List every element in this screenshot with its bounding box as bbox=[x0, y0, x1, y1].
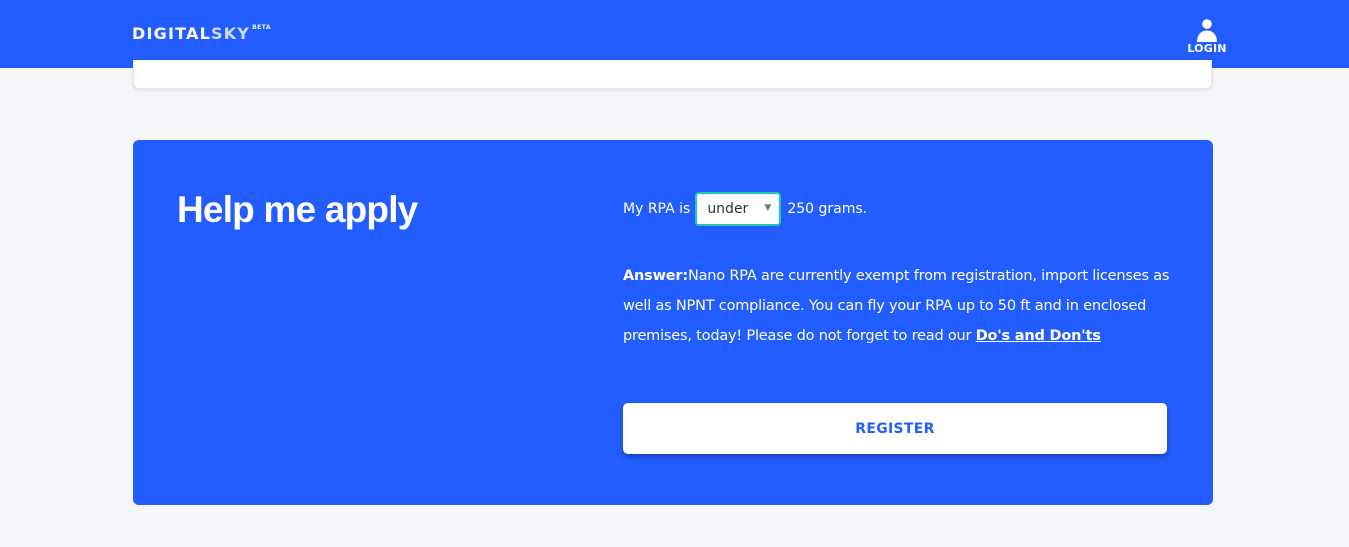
top-navbar: DIGITAL SKY BETA LOGIN bbox=[0, 0, 1349, 68]
login-label: LOGIN bbox=[1187, 42, 1227, 55]
answer-label: Answer: bbox=[623, 268, 688, 284]
rpa-suffix-text: 250 grams. bbox=[787, 201, 868, 217]
previous-card bbox=[133, 60, 1212, 89]
rpa-weight-row: My RPA is under ▼ 250 grams. bbox=[623, 191, 867, 227]
help-me-apply-panel: Help me apply My RPA is under ▼ 250 gram… bbox=[133, 140, 1213, 505]
logo-text-sky: SKY bbox=[210, 24, 251, 43]
login-button[interactable]: LOGIN bbox=[1180, 16, 1234, 58]
chevron-down-icon: ▼ bbox=[764, 203, 772, 213]
page-title: Help me apply bbox=[177, 189, 418, 230]
logo-text-digital: DIGITAL bbox=[132, 24, 211, 43]
rpa-weight-select-value: under bbox=[707, 201, 749, 217]
rpa-weight-select[interactable]: under ▼ bbox=[695, 192, 782, 226]
register-button[interactable]: REGISTER bbox=[623, 403, 1167, 454]
rpa-prefix-text: My RPA is bbox=[623, 201, 691, 217]
digitalsky-logo[interactable]: DIGITAL SKY BETA bbox=[132, 24, 271, 44]
user-icon bbox=[1197, 19, 1217, 42]
answer-paragraph: Answer:Nano RPA are currently exempt fro… bbox=[623, 261, 1178, 351]
beta-badge: BETA bbox=[252, 24, 272, 31]
dos-and-donts-link[interactable]: Do's and Don'ts bbox=[976, 328, 1101, 344]
